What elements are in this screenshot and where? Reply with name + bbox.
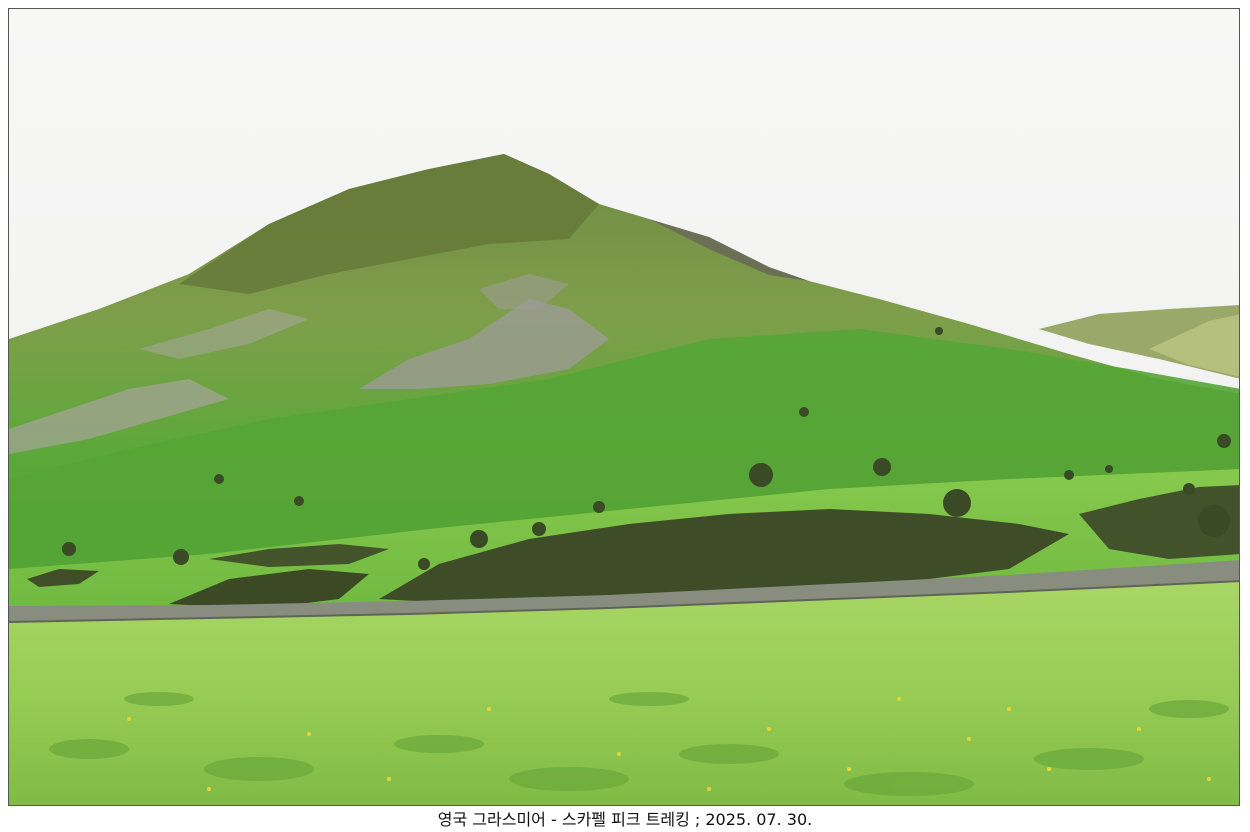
photo-frame <box>8 8 1240 806</box>
landscape-photo <box>9 9 1239 805</box>
photo-caption: 영국 그라스미어 - 스카펠 피크 트레킹 ; 2025. 07. 30. <box>437 810 813 829</box>
